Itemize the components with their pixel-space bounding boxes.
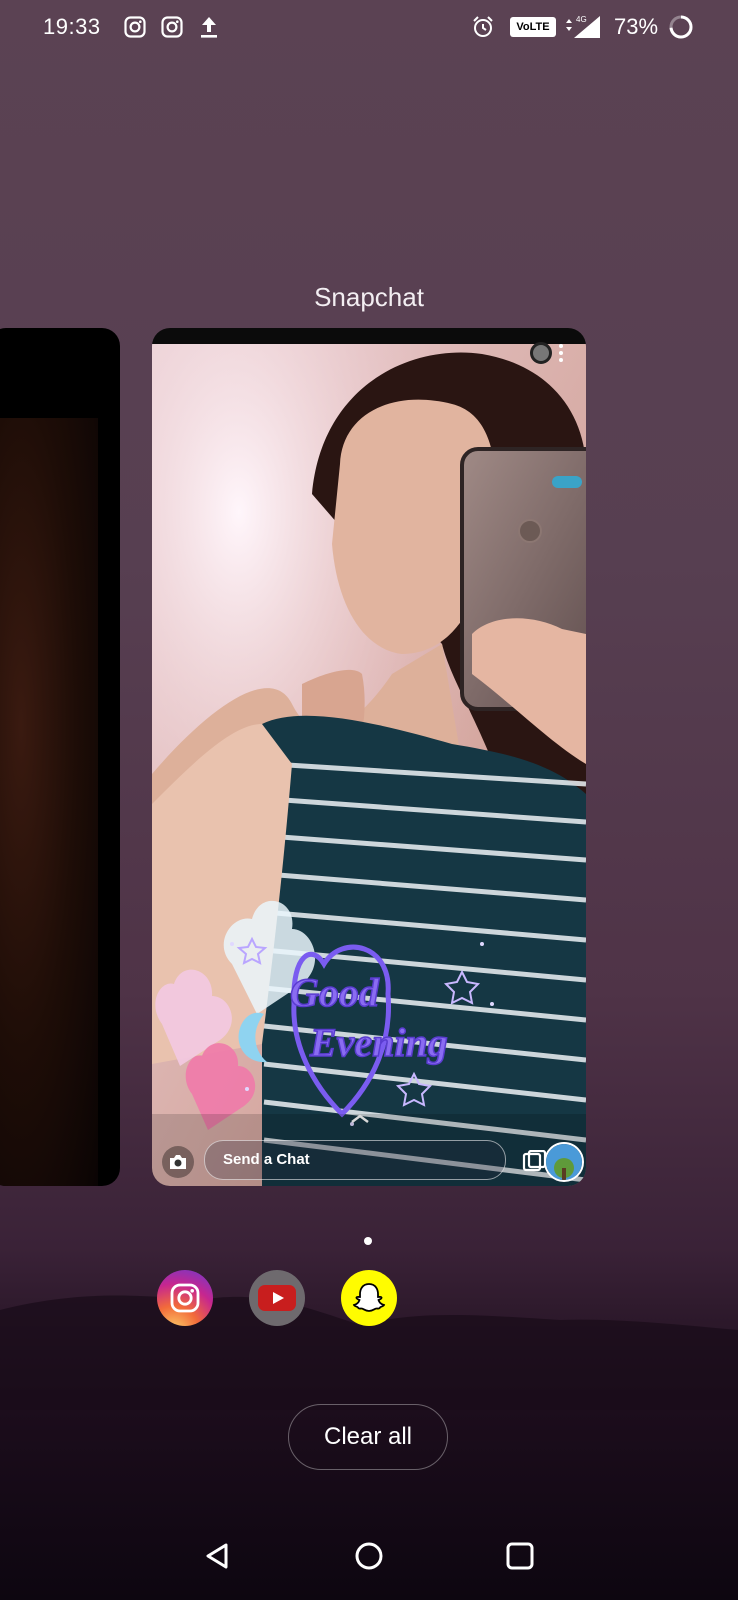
home-icon[interactable]	[349, 1536, 389, 1576]
status-time: 19:33	[43, 14, 101, 39]
recent-app-card-snapchat[interactable]: Good Evening Send a Chat	[152, 328, 586, 1186]
battery-ring-icon	[668, 14, 694, 40]
volte-badge: VoLTE	[510, 17, 556, 37]
battery-percent: 73%	[614, 14, 659, 39]
upload-icon	[196, 14, 222, 40]
send-chat-input[interactable]: Send a Chat	[204, 1140, 506, 1180]
dock-snapchat-icon[interactable]	[341, 1270, 397, 1326]
instagram-icon	[122, 14, 148, 40]
svg-text:Good: Good	[290, 970, 380, 1015]
svg-text:4G: 4G	[576, 15, 587, 24]
instagram-icon	[159, 14, 185, 40]
dock-youtube-icon[interactable]	[249, 1270, 305, 1326]
dock-instagram-icon[interactable]	[157, 1270, 213, 1326]
status-bar: 19:33 VoLTE 4G 73%	[0, 0, 738, 56]
gallery-thumbnail[interactable]	[544, 1142, 584, 1182]
recent-app-label: Snapchat	[314, 282, 424, 312]
recent-app-card-previous[interactable]	[0, 328, 120, 1186]
clear-all-button[interactable]: Clear all	[288, 1404, 448, 1470]
send-chat-placeholder: Send a Chat	[223, 1151, 310, 1168]
more-options-icon[interactable]	[558, 342, 564, 364]
recent-app-preview	[0, 418, 98, 1186]
story-ring-icon[interactable]	[530, 342, 552, 364]
svg-text:Evening: Evening	[309, 1020, 448, 1065]
camera-icon[interactable]	[162, 1146, 194, 1178]
recents-icon[interactable]	[500, 1536, 540, 1576]
back-icon[interactable]	[198, 1536, 238, 1576]
page-indicator-dot	[364, 1237, 372, 1245]
alarm-icon	[470, 14, 496, 40]
signal-icon: 4G	[562, 14, 602, 40]
snapchat-preview-image: Good Evening	[152, 344, 586, 1186]
